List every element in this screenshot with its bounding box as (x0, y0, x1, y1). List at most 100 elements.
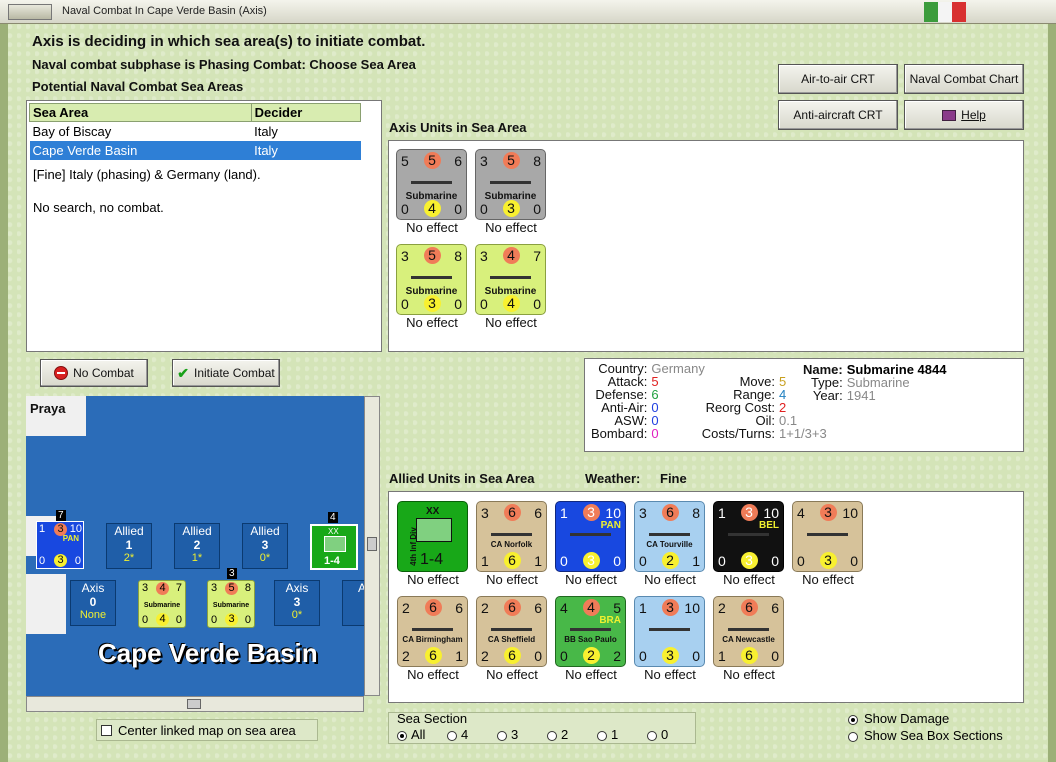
mini-stat: 0 (175, 614, 182, 626)
mini-stat: 0 (39, 555, 46, 567)
allied-units-panel: XX 4th Inf Div 1-4 No effect 3 6 6 1 6 1 CA Norfol… (388, 491, 1024, 703)
initiate-combat-label: Initiate Combat (194, 366, 275, 380)
air-to-air-crt-button[interactable]: Air-to-air CRT (778, 64, 898, 94)
box-number: 1 (125, 538, 133, 552)
unit-counter[interactable]: 1 3 10 0 3 0 BEL (713, 501, 784, 572)
help-button[interactable]: Help (904, 100, 1024, 130)
axis-sea-box[interactable]: Axis 0 None (70, 580, 116, 626)
army-unit-counter[interactable]: XX 4th Inf Div 1-4 (397, 501, 468, 572)
unit-counter[interactable]: 3 6 6 1 6 1 CA Norfolk (476, 501, 547, 572)
col-sea-area[interactable]: Sea Area (29, 103, 252, 122)
unit-counter[interactable]: 3 5 8 0 3 0 Submarine (396, 244, 467, 315)
unit-effect: No effect (486, 572, 538, 587)
allied-sea-box[interactable]: Allied 3 0* (242, 523, 288, 569)
radio-unselected[interactable] (848, 731, 858, 742)
system-menu-button[interactable] (8, 4, 52, 20)
mini-stat: 5 (225, 582, 238, 595)
unit-stat: 3 (819, 504, 837, 521)
right-frame (1048, 24, 1056, 762)
unit-stat: 8 (454, 248, 462, 264)
unit-stat: 10 (684, 600, 700, 616)
unit-counter[interactable]: 4 3 10 0 3 0 (792, 501, 863, 572)
sea-section-option[interactable]: 0 (647, 727, 697, 742)
sea-section-option[interactable]: 3 (497, 727, 547, 742)
unit-counter[interactable]: 1 3 10 0 3 0 PAN (555, 501, 626, 572)
unit-name: BB Sao Paulo (564, 635, 617, 644)
map-horizontal-scrollbar[interactable] (26, 696, 364, 712)
anti-aircraft-crt-button[interactable]: Anti-aircraft CRT (778, 100, 898, 130)
weather-value: Fine (660, 471, 687, 486)
mini-stat: 3 (211, 582, 218, 594)
unit-stat: 3 (740, 552, 758, 569)
initiate-combat-button[interactable]: ✔ Initiate Combat (172, 359, 280, 387)
show-damage-radio[interactable]: Show Damage (848, 711, 949, 726)
anti-aircraft-crt-label: Anti-aircraft CRT (793, 108, 883, 122)
mini-stat: 8 (244, 582, 251, 594)
map-vertical-scrollbar[interactable] (364, 396, 380, 696)
radio-selected[interactable] (848, 714, 858, 725)
unit-effect: No effect (723, 667, 775, 682)
option-label: 3 (511, 727, 519, 742)
map-sub-unit[interactable]: 3 4 7 Submarine 0 4 0 (138, 580, 186, 628)
sea-section-option[interactable]: 1 (597, 727, 647, 742)
unit-counter[interactable]: 2 6 6 1 6 0 CA Newcastle (713, 596, 784, 667)
show-boxes-radio[interactable]: Show Sea Box Sections (848, 728, 1003, 743)
scroll-thumb[interactable] (367, 537, 377, 551)
map-army-unit[interactable]: XX 1-4 (310, 524, 358, 570)
unit-stat: 3 (480, 248, 488, 264)
sea-section-option[interactable]: 4 (447, 727, 497, 742)
sea-map[interactable]: Praya Cape Verde Basin 1 3 10 PAN 0 3 0 … (26, 396, 364, 696)
option-label: 0 (661, 727, 669, 742)
unit-name: CA Tourville (646, 540, 693, 549)
unit-stat: 0 (454, 296, 462, 312)
left-frame (0, 24, 8, 762)
table-row-selected[interactable]: Cape Verde Basin Italy (29, 140, 361, 160)
ship-silhouette-icon (411, 178, 452, 184)
search-note: No search, no combat. (33, 200, 164, 215)
scroll-thumb[interactable] (187, 699, 201, 709)
naval-combat-chart-button[interactable]: Naval Combat Chart (904, 64, 1024, 94)
unit-stat: 4 (502, 295, 520, 312)
radio-button[interactable] (447, 730, 457, 741)
unit-stat: 6 (740, 647, 758, 664)
map-sub-unit[interactable]: 3 5 8 Submarine 0 3 0 (207, 580, 255, 628)
unit-counter[interactable]: 2 6 6 2 6 0 CA Sheffield (476, 596, 547, 667)
radio-button[interactable] (547, 730, 557, 741)
unit-counter[interactable]: 4 4 5 0 2 2 BB Sao Paulo BRA (555, 596, 626, 667)
allied-sea-box[interactable]: Allied 1 2* (106, 523, 152, 569)
costs-value: 1+1/3+3 (779, 426, 827, 441)
flag-icon (924, 2, 968, 22)
radio-button[interactable] (597, 730, 607, 741)
radio-button[interactable] (397, 730, 407, 741)
axis-sea-box[interactable]: Axis 3 0* (274, 580, 320, 626)
book-icon (942, 109, 957, 121)
mini-unit-name: Submarine (212, 602, 250, 609)
unit-counter[interactable]: 3 4 7 0 4 0 Submarine (475, 244, 546, 315)
unit-stat: 0 (639, 553, 647, 569)
unit-flag-label: BEL (759, 520, 779, 531)
center-link-checkbox[interactable]: Center linked map on sea area (96, 719, 318, 741)
radio-button[interactable] (497, 730, 507, 741)
no-combat-button[interactable]: No Combat (40, 359, 148, 387)
table-row[interactable]: Bay of Biscay Italy (30, 122, 361, 141)
checkbox-box[interactable] (101, 724, 112, 736)
place-label: Praya (30, 401, 66, 416)
sea-section-option[interactable]: All (397, 727, 447, 742)
unit-counter[interactable]: 1 3 10 0 3 0 (634, 596, 705, 667)
mini-stat: 3 (225, 613, 238, 626)
unit-counter[interactable]: 3 5 8 0 3 0 Submarine (475, 149, 546, 220)
col-decider[interactable]: Decider (250, 103, 362, 122)
map-unit-stack[interactable]: 1 3 10 PAN 0 3 0 (36, 521, 84, 569)
sea-section-option[interactable]: 2 (547, 727, 597, 742)
radio-button[interactable] (647, 730, 657, 741)
unit-stat: 10 (763, 505, 779, 521)
mini-stat: 0 (74, 555, 81, 567)
unit-counter[interactable]: 2 6 6 2 6 1 CA Birmingham (397, 596, 468, 667)
unit-stat: 8 (533, 153, 541, 169)
unit-counter[interactable]: 5 5 6 0 4 0 Submarine (396, 149, 467, 220)
allied-sea-box[interactable]: Allied 2 1* (174, 523, 220, 569)
unit-stat: 2 (613, 648, 621, 664)
box-number: 3 (293, 595, 301, 609)
unit-counter[interactable]: 3 6 8 0 2 1 CA Tourville (634, 501, 705, 572)
axis-sea-box[interactable]: Ax (342, 580, 364, 626)
